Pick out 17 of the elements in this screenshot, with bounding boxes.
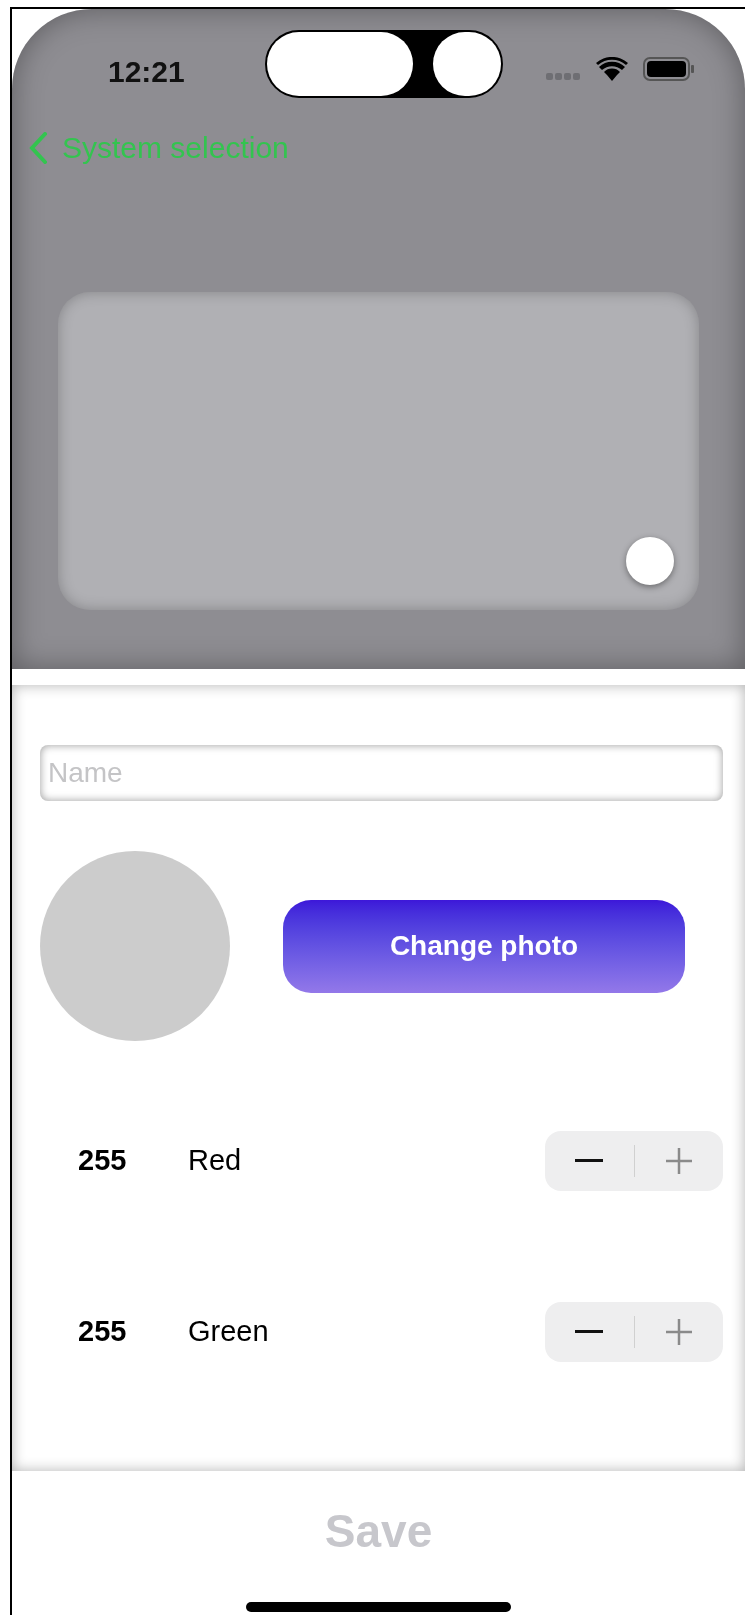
channel-name: Red: [188, 1143, 242, 1179]
knob-handle[interactable]: [626, 537, 674, 585]
chevron-left-icon: [28, 131, 48, 164]
plus-icon: [664, 1147, 693, 1175]
name-field[interactable]: Name: [40, 745, 723, 801]
battery-icon: [643, 57, 695, 81]
clock-time: 12:21: [108, 54, 185, 90]
back-button[interactable]: System selection: [28, 125, 289, 170]
signal-icon: [546, 73, 582, 81]
minus-icon: [575, 1330, 604, 1334]
wifi-icon: [596, 57, 628, 81]
channel-value: 255: [78, 1143, 128, 1179]
channel-value: 255: [78, 1314, 128, 1350]
channel-name: Green: [188, 1314, 269, 1350]
minus-icon: [575, 1159, 604, 1163]
change-photo-button[interactable]: Change photo: [283, 899, 685, 993]
plus-icon: [664, 1318, 693, 1346]
